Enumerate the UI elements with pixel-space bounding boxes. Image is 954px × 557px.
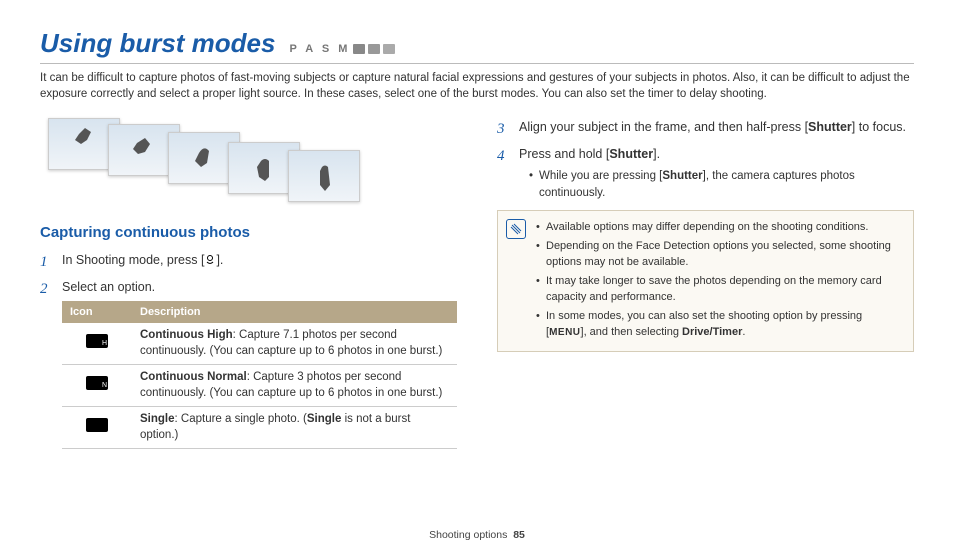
continuous-normal-icon: [86, 376, 108, 390]
table-row: Single: Capture a single photo. (Single …: [62, 407, 457, 449]
step-3: Align your subject in the frame, and the…: [497, 118, 914, 137]
continuous-high-icon: [86, 334, 108, 348]
step-4-sub: While you are pressing [Shutter], the ca…: [529, 168, 914, 203]
options-table: Icon Description Continuous High: Captur…: [62, 301, 457, 450]
step-1: In Shooting mode, press [].: [40, 251, 457, 270]
page-footer: Shooting options 85: [0, 529, 954, 541]
burst-sequence-illustration: [40, 118, 457, 202]
step-4: Press and hold [Shutter]. While you are …: [497, 145, 914, 202]
note-item: It may take longer to save the photos de…: [536, 273, 901, 306]
step-2: Select an option. Icon Description Conti…: [40, 278, 457, 449]
single-icon: [86, 418, 108, 432]
note-item: Depending on the Face Detection options …: [536, 238, 901, 271]
table-row: Continuous High: Capture 7.1 photos per …: [62, 323, 457, 365]
note-item: Available options may differ depending o…: [536, 219, 901, 236]
mode-icon: [383, 44, 395, 54]
menu-label: MENU: [549, 327, 580, 338]
note-item: In some modes, you can also set the shoo…: [536, 308, 901, 341]
table-header-description: Description: [132, 301, 457, 324]
note-icon: [506, 219, 526, 239]
table-header-icon: Icon: [62, 301, 132, 324]
divider: [40, 63, 914, 64]
page-title: Using burst modes: [40, 28, 275, 59]
drive-timer-icon: [204, 254, 216, 266]
mode-indicator: P A S M: [289, 43, 395, 55]
mode-icon: [368, 44, 380, 54]
intro-text: It can be difficult to capture photos of…: [40, 70, 914, 102]
table-row: Continuous Normal: Capture 3 photos per …: [62, 365, 457, 407]
mode-icon: [353, 44, 365, 54]
section-heading: Capturing continuous photos: [40, 224, 457, 241]
note-box: Available options may differ depending o…: [497, 210, 914, 352]
